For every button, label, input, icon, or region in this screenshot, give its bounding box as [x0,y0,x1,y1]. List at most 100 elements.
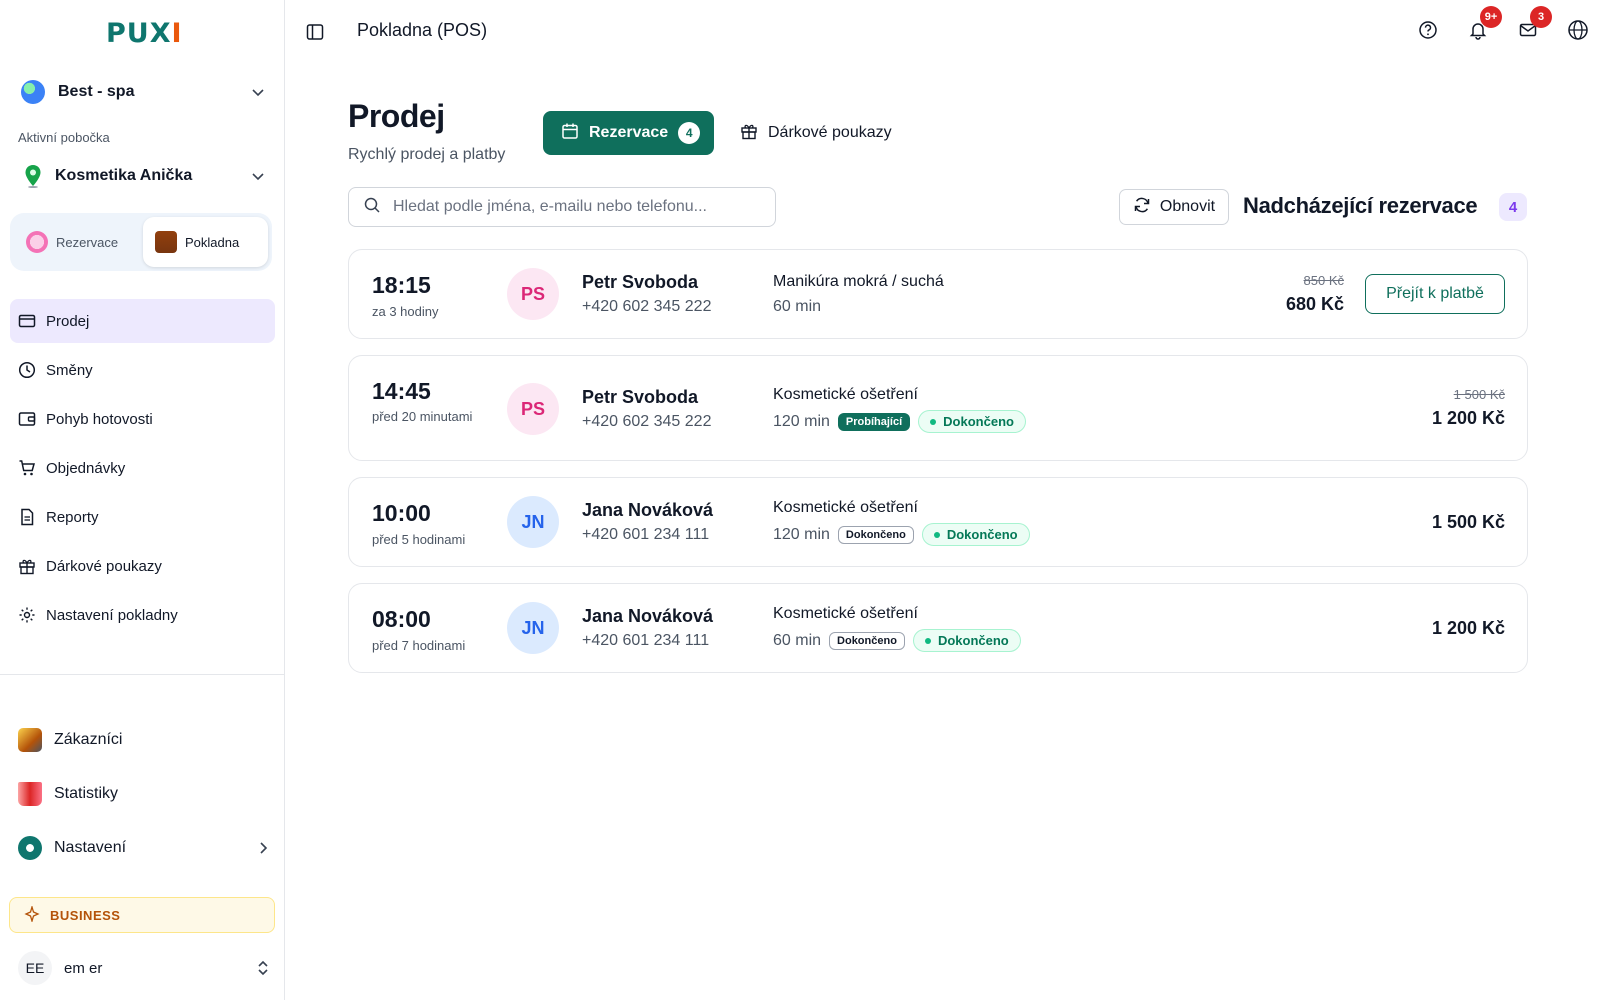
service-name: Kosmetické ošetření [773,386,918,403]
user-menu[interactable]: EE em er [18,950,273,986]
sidebar: PUXI Best - spa Aktivní pobočka Kosmetik… [0,0,285,1000]
page-subtitle: Rychlý prodej a platby [348,146,506,163]
price-original: 1 500 Kč [1453,387,1505,402]
reservation-card[interactable]: 08:00 před 7 hodinami JN Jana Nováková +… [348,583,1528,673]
mail-icon[interactable]: 3 [1516,6,1552,42]
nav-item-pohyb-hotovosti[interactable]: Pohyb hotovosti [10,397,275,441]
customer-phone: +420 601 234 111 [582,632,710,649]
reservation-time: 10:00 [372,500,431,526]
service-meta: 120 min Probíhající Dokončeno [773,410,1026,433]
clock-icon [18,361,36,379]
reservation-relative-time: za 3 hodiny [372,304,439,319]
settings-icon [18,836,42,860]
gift-icon [18,557,36,575]
state-badge-completed[interactable]: Dokončeno [918,410,1026,433]
service-meta: 60 min [773,298,821,316]
customer-phone: +420 601 234 111 [582,526,710,543]
puxi-logo[interactable]: PUXI [106,18,183,49]
mode-label: Pokladna [185,234,240,250]
service-name: Manikúra mokrá / suchá [773,273,944,290]
nav-item-prodej[interactable]: Prodej [10,299,275,343]
customer-name: Petr Svoboda [582,387,699,407]
tab-gift-vouchers[interactable]: Dárkové poukazy [740,111,892,155]
customer-name: Petr Svoboda [582,272,699,292]
nav-label: Pohyb hotovosti [46,410,153,428]
service-duration: 60 min [773,298,822,315]
search-input[interactable] [393,198,753,216]
mode-label: Rezervace [56,234,119,250]
organization-select[interactable]: Best - spa [18,76,268,108]
refresh-label: Obnovit [1159,198,1216,215]
status-badge-completed: Dokončeno [829,631,905,650]
chevrons-up-down-icon [253,958,273,978]
branch-section-label: Aktivní pobočka [18,130,110,145]
top-actions: 9+ 3 [1416,6,1590,42]
page-title: Prodej [348,98,445,134]
chevron-down-icon [248,82,268,102]
reservation-relative-time: před 7 hodinami [372,638,466,653]
service-meta: 60 min Dokončeno Dokončeno [773,629,1021,652]
state-badge-completed[interactable]: Dokončeno [921,523,1030,546]
nav-label: Prodej [46,312,90,330]
reservation-relative-time: před 20 minutami [372,409,473,424]
customer-avatar: JN [507,496,559,548]
nav-item-darkove-poukazy[interactable]: Dárkové poukazy [10,544,275,588]
reservation-time: 08:00 [372,606,431,632]
sidebar-divider [0,674,285,675]
service-meta: 120 min Dokončeno Dokončeno [773,523,1030,546]
customer-avatar: PS [507,383,559,435]
reservation-card[interactable]: 14:45 před 20 minutami PS Petr Svoboda +… [348,355,1528,461]
nav-item-nastaveni[interactable]: Nastavení [18,823,273,873]
plan-badge[interactable]: BUSINESS [9,897,275,933]
tab-reservations[interactable]: Rezervace 4 [543,111,714,155]
refresh-icon [1133,196,1151,219]
sidebar-toggle-icon[interactable] [305,22,325,42]
help-icon[interactable] [1416,18,1440,42]
wallet-icon [18,410,36,428]
nav-item-statistiky[interactable]: Statistiky [18,769,273,819]
nav-item-zakaznici[interactable]: Zákazníci [18,715,273,765]
pos-nav: Prodej Směny Pohyb hotovosti Objednávky … [10,299,275,642]
state-badge-completed[interactable]: Dokončeno [912,629,1021,652]
cart-icon [18,459,36,477]
reservation-time: 18:15 [372,272,431,298]
status-dot-icon [933,531,940,538]
refresh-button[interactable]: Obnovit [1119,189,1229,225]
notifications-bell-icon[interactable]: 9+ [1466,6,1502,42]
globe-icon [21,80,45,104]
nav-label: Nastavení pokladny [46,606,178,624]
gear-icon [18,606,36,624]
state-label: Dokončeno [946,527,1018,542]
nav-label: Dárkové poukazy [46,557,162,575]
mode-reservations[interactable]: Rezervace [14,217,139,267]
reservation-card[interactable]: 18:15 za 3 hodiny PS Petr Svoboda +420 6… [348,249,1528,339]
location-pin-icon [24,164,42,188]
user-name: em er [64,959,103,977]
plan-label: BUSINESS [50,907,121,923]
state-label: Dokončeno [937,633,1009,648]
sparkle-icon [24,904,40,925]
search-icon [363,196,381,219]
nav-item-objednavky[interactable]: Objednávky [10,446,275,490]
service-duration: 120 min [773,412,830,430]
credit-card-icon [18,312,36,330]
nav-item-smeny[interactable]: Směny [10,348,275,392]
customer-phone: +420 602 345 222 [582,298,712,315]
reservation-relative-time: před 5 hodinami [372,532,466,547]
nav-item-reporty[interactable]: Reporty [10,495,275,539]
branch-select[interactable]: Kosmetika Anička [18,160,268,192]
nav-item-nastaveni-pokladny[interactable]: Nastavení pokladny [10,593,275,637]
status-badge-completed: Dokončeno [837,525,914,544]
customer-name: Jana Nováková [582,500,714,520]
go-to-payment-button[interactable]: Přejít k platbě [1365,274,1505,314]
nav-label: Směny [46,361,93,379]
wallet-emoji-icon [155,231,177,253]
organization-name: Best - spa [58,83,135,100]
status-badge-in-progress: Probíhající [837,412,911,431]
language-globe-icon[interactable] [1566,18,1590,42]
mode-pos[interactable]: Pokladna [143,217,268,267]
price-final: 680 Kč [1285,294,1344,314]
reservation-list: 18:15 za 3 hodiny PS Petr Svoboda +420 6… [348,249,1528,689]
upcoming-title: Nadcházející rezervace [1243,193,1478,218]
reservation-card[interactable]: 10:00 před 5 hodinami JN Jana Nováková +… [348,477,1528,567]
